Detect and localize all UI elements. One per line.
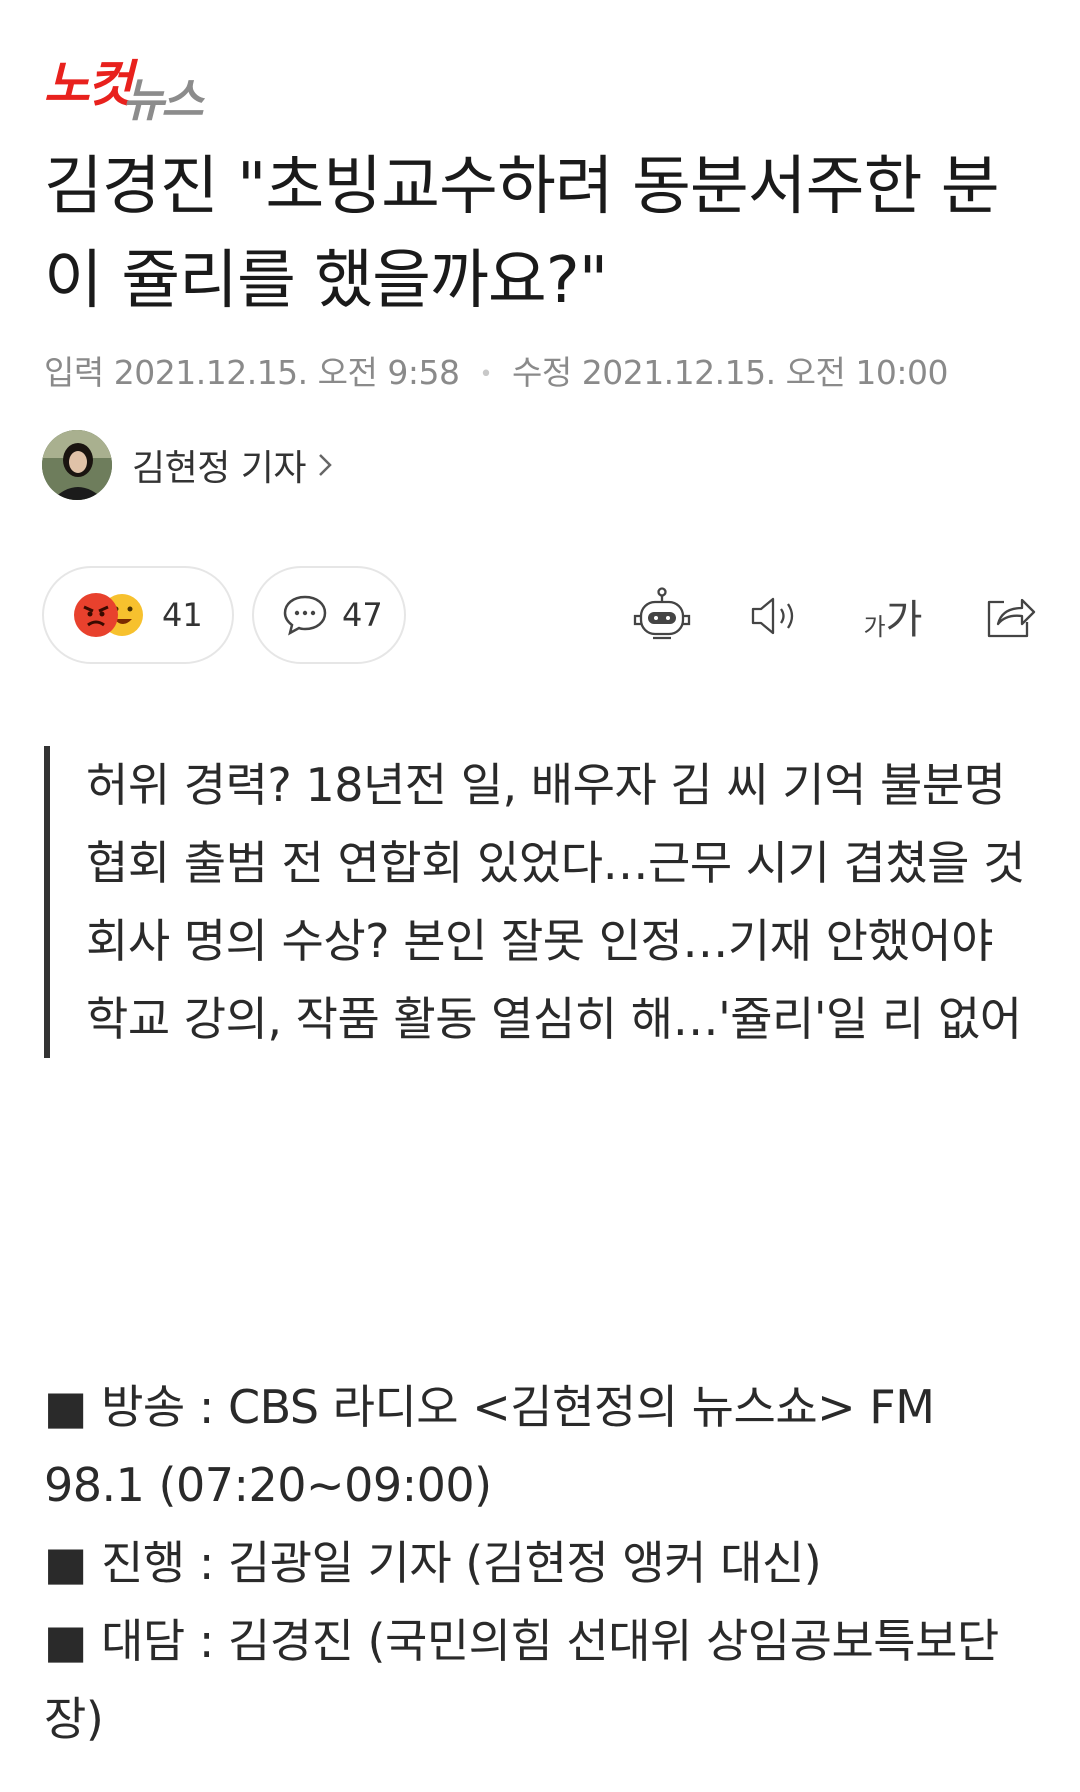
font-size-button[interactable]: 가 가 [858, 586, 928, 646]
summary-line: 허위 경력? 18년전 일, 배우자 김 씨 기억 불분명 [86, 758, 1006, 812]
article-dates: 입력 2021.12.15. 오전 9:58 • 수정 2021.12.15. … [44, 346, 948, 394]
logo-news-text: 뉴스 [122, 73, 204, 127]
reaction-button[interactable]: 41 [42, 566, 234, 664]
author-avatar [42, 430, 112, 500]
summary-line: 회사 명의 수상? 본인 잘못 인정…기재 안했어야 [86, 914, 993, 968]
summary-bot-button[interactable] [630, 586, 694, 646]
text-to-speech-button[interactable] [748, 586, 804, 646]
summary-line: 협회 출범 전 연합회 있었다…근무 시기 겹쳤을 것 [86, 836, 1025, 890]
separator-dot: • [479, 362, 492, 387]
info-broadcast: ■ 방송 : CBS 라디오 <김현정의 뉴스쇼> FM 98.1 (07:20… [44, 1380, 935, 1512]
info-host: ■ 진행 : 김광일 기자 (김현정 앵커 대신) [44, 1536, 822, 1590]
comment-bubble-icon [283, 595, 327, 636]
comment-count: 47 [342, 596, 383, 634]
article-title: 김경진 "초빙교수하려 동분서주한 분이 쥴리를 했을까요?" [44, 150, 1000, 318]
author-link[interactable]: 김현정 기자 [42, 430, 334, 500]
font-small-label: 가 [863, 612, 886, 641]
author-name: 김현정 기자 [132, 448, 307, 489]
article-summary: 허위 경력? 18년전 일, 배우자 김 씨 기억 불분명 협회 출범 전 연합… [44, 746, 1034, 1058]
edit-label: 수정 [511, 353, 572, 392]
summary-line: 학교 강의, 작품 활동 열심히 해…'쥴리'일 리 없어 [86, 992, 1022, 1046]
nocut-news-logo[interactable]: 노컷 뉴스 [44, 44, 214, 127]
chevron-right-icon [319, 454, 332, 476]
broadcast-info: ■ 방송 : CBS 라디오 <김현정의 뉴스쇼> FM 98.1 (07:20… [44, 1368, 1044, 1758]
speaker-icon [751, 597, 794, 635]
comment-button[interactable]: 47 [252, 566, 406, 664]
share-icon [987, 598, 1036, 638]
font-large-label: 가 [885, 597, 923, 643]
input-date: 2021.12.15. 오전 9:58 [113, 353, 460, 392]
share-button[interactable] [982, 586, 1038, 646]
reaction-count: 41 [162, 596, 203, 634]
logo-nocut-text: 노컷 [44, 55, 133, 113]
info-guest: ■ 대담 : 김경진 (국민의힘 선대위 상임공보특보단장) [44, 1614, 999, 1746]
reaction-emoji-icon [74, 593, 143, 637]
input-label: 입력 [44, 353, 104, 392]
robot-icon [633, 587, 691, 640]
edit-date: 2021.12.15. 오전 10:00 [581, 353, 949, 392]
